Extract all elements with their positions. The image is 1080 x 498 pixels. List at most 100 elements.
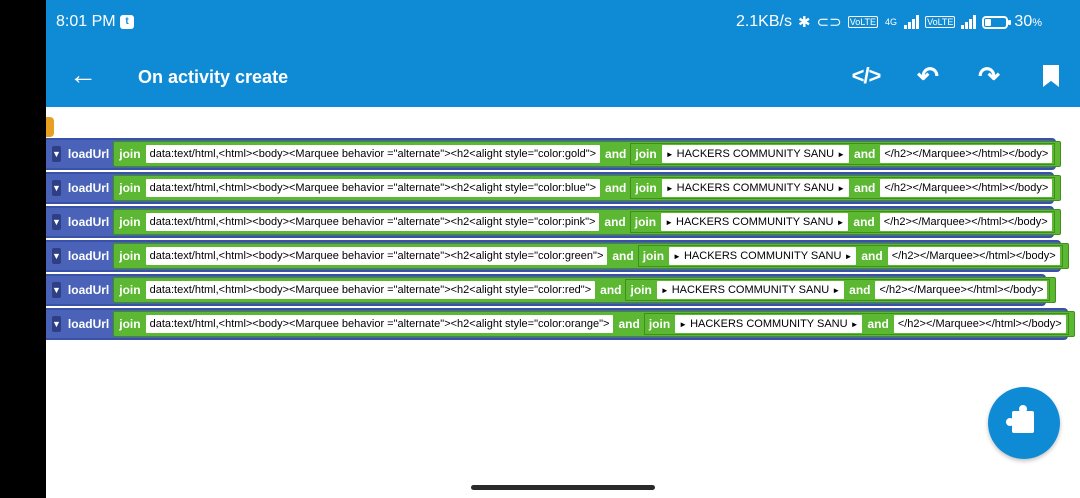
join-label: join <box>119 147 141 161</box>
play-icon: ► <box>837 184 846 193</box>
join-block[interactable]: join data:text/html,<html><body><Marquee… <box>113 209 1061 235</box>
loadurl-block[interactable]: ▼ loadUrl join data:text/html,<html><bod… <box>46 308 1075 340</box>
page-title: On activity create <box>138 67 289 87</box>
string-block[interactable]: ► HACKERS COMMUNITY SANU ► <box>661 145 850 163</box>
string-value: HACKERS COMMUNITY SANU <box>676 216 834 228</box>
twitter-icon: t <box>120 15 134 29</box>
method-label: loadUrl <box>67 215 110 229</box>
and-label: and <box>612 249 634 263</box>
text-slot[interactable]: data:text/html,<html><body><Marquee beha… <box>145 213 600 231</box>
status-time: 8:01 PM <box>56 13 116 30</box>
dropdown-icon[interactable]: ▼ <box>52 180 61 196</box>
string-block[interactable]: ► HACKERS COMMUNITY SANU ► <box>669 247 857 265</box>
join-label: join <box>634 215 657 229</box>
battery-percent: 30% <box>1014 13 1042 31</box>
method-label: loadUrl <box>67 249 110 263</box>
join-label: join <box>648 317 671 331</box>
string-block[interactable]: ► HACKERS COMMUNITY SANU ► <box>661 213 849 231</box>
back-arrow-icon[interactable]: ← <box>68 60 98 90</box>
join-label: join <box>642 249 665 263</box>
dropdown-icon[interactable]: ▼ <box>52 248 61 264</box>
signal-bars-icon <box>904 15 920 29</box>
text-slot[interactable]: </h2></Marquee></html></body> <box>879 213 1052 231</box>
play-icon: ► <box>679 320 688 329</box>
dropdown-icon[interactable]: ▼ <box>52 316 61 332</box>
text-slot[interactable]: data:text/html,<html><body><Marquee beha… <box>145 281 596 299</box>
loadurl-block[interactable]: ▼ loadUrl join data:text/html,<html><bod… <box>46 240 1069 272</box>
volte-icon-2: VoLTE <box>925 16 956 28</box>
join-block[interactable]: join data:text/html,<html><body><Marquee… <box>113 175 1062 201</box>
battery-value: 30 <box>1014 13 1033 30</box>
string-block[interactable]: ► HACKERS COMMUNITY SANU ► <box>661 179 850 197</box>
add-block-fab[interactable] <box>988 387 1060 459</box>
left-edge <box>0 0 46 498</box>
home-indicator[interactable] <box>471 485 655 490</box>
join-label: join <box>119 283 141 297</box>
inner-join-block[interactable]: join ► HACKERS COMMUNITY SANU ► and </h2><… <box>643 313 1069 335</box>
string-block[interactable]: ► HACKERS COMMUNITY SANU ► <box>675 315 863 333</box>
inner-join-block[interactable]: join ► HACKERS COMMUNITY SANU ► and </h2><… <box>625 279 1051 301</box>
string-value: HACKERS COMMUNITY SANU <box>676 182 835 194</box>
volte-icon: VoLTE <box>847 16 879 28</box>
code-icon[interactable]: </> <box>849 59 883 93</box>
method-label: loadUrl <box>67 317 110 331</box>
battery-fill <box>985 18 992 26</box>
undo-icon[interactable]: ↶ <box>911 59 945 93</box>
play-icon: ► <box>665 184 674 193</box>
string-block[interactable]: ► HACKERS COMMUNITY SANU ► <box>656 281 845 299</box>
text-slot[interactable]: data:text/html,<html><body><Marquee beha… <box>145 315 614 333</box>
join-block[interactable]: join data:text/html,<html><body><Marquee… <box>113 311 1075 337</box>
text-slot[interactable]: data:text/html,<html><body><Marquee beha… <box>145 179 601 197</box>
play-icon: ► <box>832 286 841 295</box>
play-icon: ► <box>844 252 853 261</box>
play-icon: ► <box>850 320 859 329</box>
text-slot[interactable]: data:text/html,<html><body><Marquee beha… <box>145 247 608 265</box>
and-label: and <box>854 181 876 195</box>
and-label: and <box>861 249 883 263</box>
text-slot[interactable]: </h2></Marquee></html></body> <box>875 281 1048 299</box>
and-label: and <box>604 215 626 229</box>
network-speed: 2.1KB/s <box>735 13 792 30</box>
string-value: HACKERS COMMUNITY SANU <box>690 318 848 330</box>
text-slot[interactable]: data:text/html,<html><body><Marquee beha… <box>145 145 601 163</box>
join-label: join <box>119 181 141 195</box>
bookmark-icon[interactable] <box>1034 59 1068 93</box>
join-block[interactable]: join data:text/html,<html><body><Marquee… <box>113 243 1069 269</box>
inner-join-block[interactable]: join ► HACKERS COMMUNITY SANU ► and </h2><… <box>629 211 1055 233</box>
method-label: loadUrl <box>67 147 110 161</box>
battery-icon <box>982 15 1012 29</box>
text-slot[interactable]: </h2></Marquee></html></body> <box>893 315 1066 333</box>
inner-join-block[interactable]: join ► HACKERS COMMUNITY SANU ► and </h2><… <box>637 245 1063 267</box>
and-label: and <box>605 181 627 195</box>
play-icon: ► <box>665 218 674 227</box>
join-label: join <box>119 317 141 331</box>
link-icon: ⊂⊃ <box>816 14 842 31</box>
and-label: and <box>849 283 871 297</box>
redo-icon[interactable]: ↷ <box>972 59 1006 93</box>
play-icon: ► <box>836 218 845 227</box>
string-value: HACKERS COMMUNITY SANU <box>683 250 842 262</box>
join-label: join <box>630 283 652 297</box>
text-slot[interactable]: </h2></Marquee></html></body> <box>880 179 1053 197</box>
event-block-edge[interactable] <box>46 117 54 137</box>
loadurl-block[interactable]: ▼ loadUrl join data:text/html,<html><bod… <box>46 274 1057 306</box>
loadurl-block[interactable]: ▼ loadUrl join data:text/html,<html><bod… <box>46 172 1062 204</box>
play-icon: ► <box>660 286 669 295</box>
and-label: and <box>853 215 875 229</box>
loadurl-block[interactable]: ▼ loadUrl join data:text/html,<html><bod… <box>46 138 1062 170</box>
inner-join-block[interactable]: join ► HACKERS COMMUNITY SANU ► and </h2><… <box>630 177 1056 199</box>
inner-join-block[interactable]: join ► HACKERS COMMUNITY SANU ► and </h2><… <box>630 143 1056 165</box>
loadurl-block[interactable]: ▼ loadUrl join data:text/html,<html><bod… <box>46 206 1061 238</box>
join-block[interactable]: join data:text/html,<html><body><Marquee… <box>113 277 1057 303</box>
join-block[interactable]: join data:text/html,<html><body><Marquee… <box>113 141 1062 167</box>
join-label: join <box>635 181 657 195</box>
dropdown-icon[interactable]: ▼ <box>52 214 61 230</box>
dropdown-icon[interactable]: ▼ <box>52 146 61 162</box>
join-label: join <box>119 249 141 263</box>
play-icon: ► <box>673 252 681 261</box>
dropdown-icon[interactable]: ▼ <box>52 282 61 298</box>
text-slot[interactable]: </h2></Marquee></html></body> <box>880 145 1053 163</box>
bluetooth-icon: ✱ <box>797 14 811 31</box>
text-slot[interactable]: </h2></Marquee></html></body> <box>887 247 1060 265</box>
status-indicators: 2.1KB/s ✱ ⊂⊃ VoLTE 4G VoLTE 30% <box>736 13 1042 31</box>
